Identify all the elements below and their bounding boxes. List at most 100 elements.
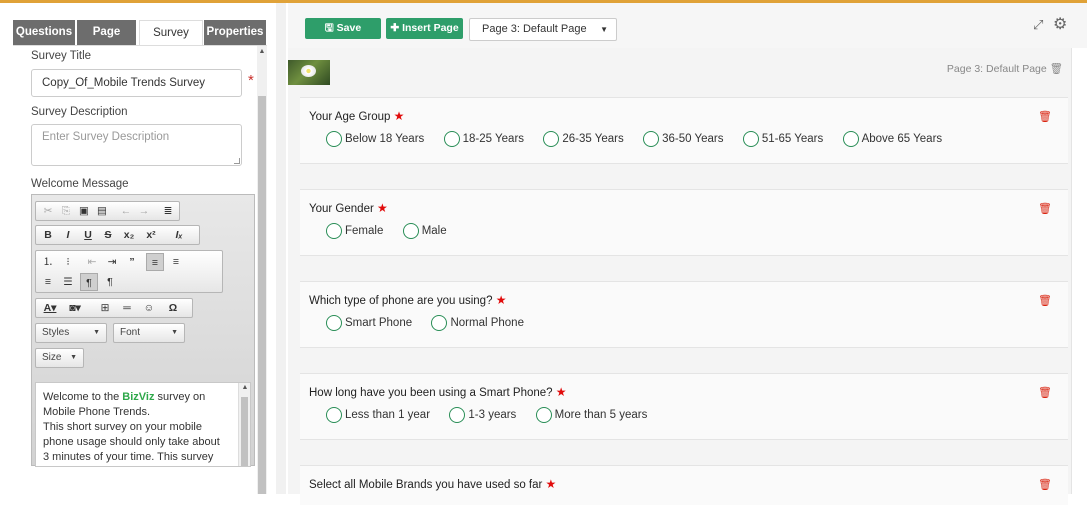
paste-icon[interactable]: ▣ <box>76 202 92 220</box>
scroll-up-arrow-icon[interactable]: ▲ <box>239 384 250 391</box>
trash-icon[interactable]: 🗑 <box>1038 110 1052 123</box>
undo-icon[interactable]: ← <box>118 202 134 220</box>
radio-option[interactable]: 1-3 years <box>449 407 516 423</box>
rtl-icon[interactable]: ¶ <box>102 273 118 291</box>
radio-button[interactable] <box>535 407 552 423</box>
expand-icon[interactable]: ⤢ <box>1033 17 1043 33</box>
radio-option[interactable]: Less than 1 year <box>326 407 430 423</box>
background-color-icon[interactable]: ◙▾ <box>64 299 86 317</box>
editor-scroll-thumb[interactable] <box>241 397 248 466</box>
radio-option[interactable]: 18-25 Years <box>443 131 524 147</box>
tab-properties[interactable]: Properties <box>204 20 267 45</box>
radio-option[interactable]: Below 18 Years <box>326 131 424 147</box>
radio-button[interactable] <box>543 131 560 147</box>
subscript-icon[interactable]: x₂ <box>120 226 138 244</box>
radio-option[interactable]: More than 5 years <box>535 407 647 423</box>
radio-option[interactable]: 51-65 Years <box>742 131 823 147</box>
italic-icon[interactable]: I <box>60 226 76 244</box>
page-header-image[interactable] <box>288 60 330 85</box>
radio-option[interactable]: 36-50 Years <box>643 131 724 147</box>
resize-handle-icon[interactable] <box>234 158 240 164</box>
radio-button[interactable] <box>742 131 759 147</box>
radio-button[interactable] <box>326 407 342 423</box>
insert-page-button[interactable]: ✚ Insert Page <box>386 18 463 39</box>
align-left-icon[interactable]: ≡ <box>146 253 164 271</box>
survey-title-input[interactable]: Copy_Of_Mobile Trends Survey * <box>31 69 254 97</box>
copy-icon[interactable]: ⎘ <box>58 202 74 220</box>
source-icon[interactable]: ≣ <box>160 202 176 220</box>
chevron-down-icon: ▼ <box>93 329 100 336</box>
panel-divider[interactable] <box>276 3 286 494</box>
remove-format-icon[interactable]: Iₓ <box>170 226 188 244</box>
question-card-age-group[interactable]: Your Age Group ★ 🗑 Below 18 Years 18-25 … <box>300 97 1068 164</box>
strikethrough-icon[interactable]: S <box>100 226 116 244</box>
radio-button[interactable] <box>326 131 342 147</box>
radio-button[interactable] <box>326 223 342 239</box>
panel-scrollbar[interactable]: ▲ <box>257 46 267 494</box>
survey-settings-panel: Questions Page Survey Properties ▲ Surve… <box>13 17 267 494</box>
question-card-gender[interactable]: Your Gender ★ 🗑 Female Male <box>300 189 1068 256</box>
justify-icon[interactable]: ☰ <box>60 273 76 291</box>
editor-content-area[interactable]: Welcome to the BizViz survey on Mobile P… <box>35 382 251 467</box>
numbered-list-icon[interactable]: ⒈ <box>40 253 56 271</box>
redo-icon[interactable]: → <box>136 202 152 220</box>
ltr-icon[interactable]: ¶ <box>80 273 98 291</box>
settings-cogs-icon[interactable]: ⚙ <box>1053 14 1067 34</box>
canvas-scrollbar[interactable] <box>1071 48 1087 494</box>
increase-indent-icon[interactable]: ⇥ <box>104 253 120 271</box>
trash-icon[interactable]: 🗑 <box>1038 386 1052 399</box>
bold-icon[interactable]: B <box>40 226 56 244</box>
trash-icon[interactable]: 🗑 <box>1038 478 1052 491</box>
trash-icon[interactable]: 🗑 <box>1050 63 1063 75</box>
radio-option[interactable]: Above 65 Years <box>842 131 942 147</box>
tab-page[interactable]: Page <box>77 20 137 45</box>
save-button[interactable]: 🖫 Save <box>305 18 381 39</box>
special-char-icon[interactable]: Ω <box>164 299 182 317</box>
paste-text-icon[interactable]: ▤ <box>94 202 110 220</box>
radio-button[interactable] <box>643 131 660 147</box>
trash-icon[interactable]: 🗑 <box>1038 294 1052 307</box>
radio-option[interactable]: Female <box>326 223 383 239</box>
size-combo[interactable]: Size ▼ <box>35 348 84 368</box>
radio-button[interactable] <box>842 131 859 147</box>
horizontal-line-icon[interactable]: ═ <box>118 299 136 317</box>
decrease-indent-icon[interactable]: ⇤ <box>84 253 100 271</box>
survey-description-textarea[interactable]: Enter Survey Description <box>31 124 242 166</box>
question-card-phone-type[interactable]: Which type of phone are you using? ★ 🗑 S… <box>300 281 1068 348</box>
radio-option[interactable]: Smart Phone <box>326 315 412 331</box>
radio-button[interactable] <box>326 315 342 331</box>
chevron-down-icon: ▼ <box>171 329 178 336</box>
scroll-up-arrow-icon[interactable]: ▲ <box>258 48 266 56</box>
font-combo-label: Font <box>120 327 141 338</box>
table-icon[interactable]: ⊞ <box>96 299 114 317</box>
tab-survey[interactable]: Survey <box>139 20 203 45</box>
question-card-mobile-brands[interactable]: Select all Mobile Brands you have used s… <box>300 465 1068 505</box>
align-center-icon[interactable]: ≡ <box>168 253 184 271</box>
tab-questions[interactable]: Questions <box>13 20 76 45</box>
radio-option[interactable]: 26-35 Years <box>543 131 624 147</box>
smiley-icon[interactable]: ☺ <box>140 299 158 317</box>
radio-button[interactable] <box>449 407 466 423</box>
required-star-icon: ★ <box>393 109 405 123</box>
radio-option[interactable]: Normal Phone <box>431 315 524 331</box>
radio-button[interactable] <box>443 131 460 147</box>
underline-icon[interactable]: U <box>80 226 96 244</box>
panel-scroll-thumb[interactable] <box>258 96 266 494</box>
radio-button[interactable] <box>402 223 419 239</box>
radio-option[interactable]: Male <box>402 223 447 239</box>
superscript-icon[interactable]: x² <box>142 226 160 244</box>
radio-button[interactable] <box>431 315 448 331</box>
cut-icon[interactable]: ✂ <box>40 202 56 220</box>
blockquote-icon[interactable]: ” <box>124 253 140 271</box>
designer-toolbar: 🖫 Save ✚ Insert Page Page 3: Default Pag… <box>288 3 1087 48</box>
question-card-smartphone-duration[interactable]: How long have you been using a Smart Pho… <box>300 373 1068 440</box>
trash-icon[interactable]: 🗑 <box>1038 202 1052 215</box>
page-select-dropdown[interactable]: Page 3: Default Page ▼ <box>469 18 617 41</box>
bulleted-list-icon[interactable]: ⁝ <box>60 253 76 271</box>
text-color-icon[interactable]: A▾ <box>39 299 61 317</box>
font-combo[interactable]: Font ▼ <box>113 323 185 343</box>
align-right-icon[interactable]: ≡ <box>40 273 56 291</box>
styles-combo[interactable]: Styles ▼ <box>35 323 107 343</box>
editor-scrollbar[interactable]: ▲ <box>238 383 250 466</box>
page-heading-label: Page 3: Default Page <box>946 63 1047 75</box>
